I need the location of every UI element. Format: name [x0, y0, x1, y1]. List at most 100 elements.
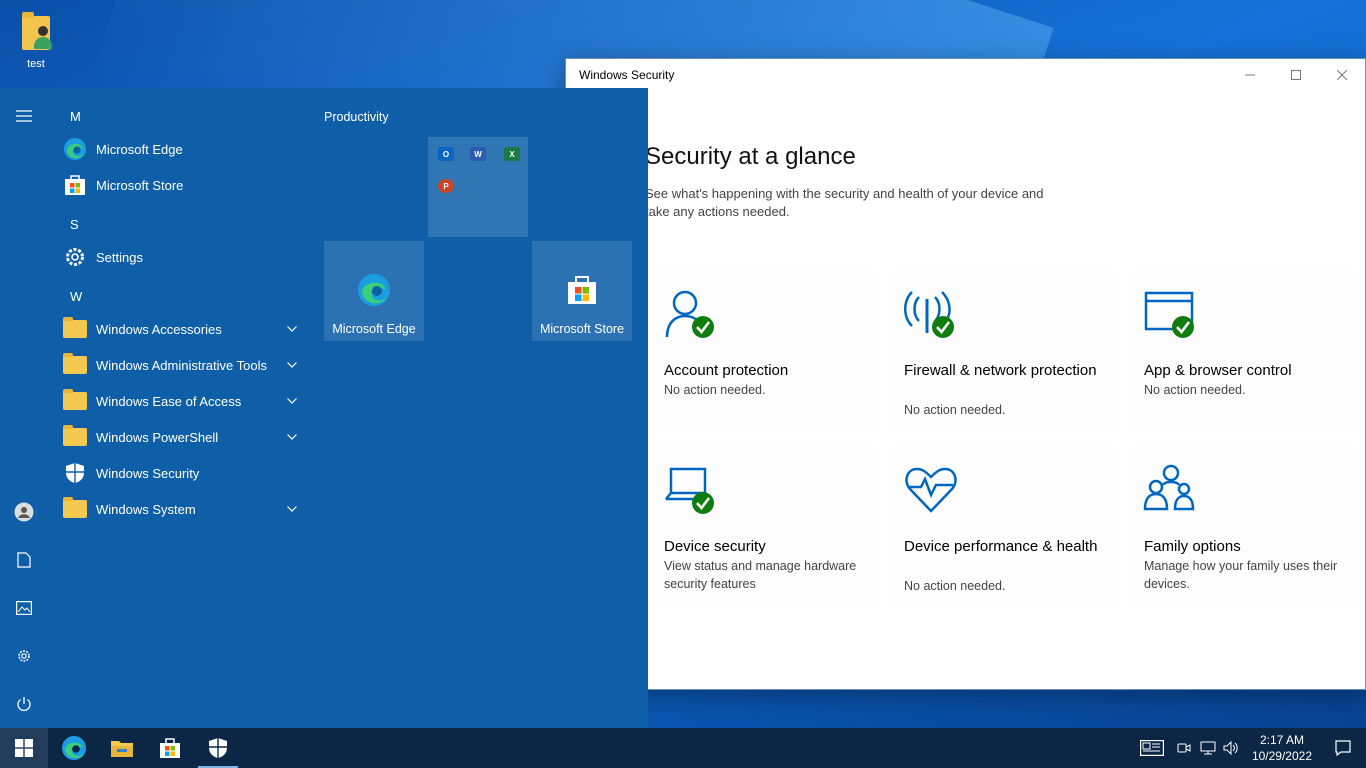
store-icon [568, 276, 596, 304]
expand-menu-button[interactable] [0, 96, 48, 136]
app-settings[interactable]: Settings [48, 239, 310, 275]
card-title: Device performance & health [904, 538, 1098, 555]
title-bar[interactable]: Windows Security [566, 59, 1365, 91]
pictures-button[interactable] [0, 588, 48, 628]
app-label: Windows PowerShell [96, 429, 219, 445]
action-center-button[interactable] [1320, 728, 1366, 768]
power-button[interactable] [0, 684, 48, 724]
shield-icon [62, 460, 88, 486]
taskbar-edge[interactable] [50, 728, 98, 768]
app-microsoft-edge[interactable]: Microsoft Edge [48, 131, 310, 167]
minimize-icon [1245, 74, 1255, 76]
account-icon [665, 290, 714, 338]
taskbar-store[interactable] [146, 728, 194, 768]
minimize-button[interactable] [1227, 59, 1273, 91]
edge-icon [358, 274, 390, 306]
chevron-down-icon[interactable] [280, 506, 304, 512]
app-folder-windows-system[interactable]: Windows System [48, 491, 310, 527]
section-header-w[interactable]: W [70, 289, 82, 304]
app-label: Settings [96, 249, 143, 265]
hamburger-icon [16, 110, 32, 122]
card-title: Family options [1144, 538, 1241, 555]
taskbar: 2:17 AM 10/29/2022 [0, 728, 1366, 768]
app-label: Windows Security [96, 465, 200, 481]
news-icon [1139, 740, 1164, 756]
browser-window-icon [1144, 291, 1194, 338]
volume-button[interactable] [1220, 728, 1244, 768]
app-label: Windows Ease of Access [96, 393, 242, 409]
settings-icon [18, 650, 30, 662]
heart-pulse-icon [905, 467, 957, 513]
volume-icon [1223, 741, 1238, 755]
settings-button[interactable] [0, 636, 48, 676]
pictures-icon [16, 601, 32, 615]
powerpoint-icon: P [438, 179, 454, 193]
start-button[interactable] [0, 728, 48, 768]
store-icon [62, 172, 88, 198]
desktop-icon-test[interactable]: test [10, 8, 62, 70]
card-device-security[interactable]: Device security View status and manage h… [649, 445, 879, 609]
maximize-icon [1291, 70, 1301, 80]
card-title: Firewall & network protection [904, 362, 1097, 379]
gear-icon [62, 244, 88, 270]
news-widget-button[interactable] [1132, 728, 1172, 768]
network-button[interactable] [1196, 728, 1220, 768]
card-status: No action needed. [1144, 383, 1246, 397]
documents-icon [17, 552, 31, 568]
card-firewall-network[interactable]: Firewall & network protection No action … [889, 269, 1119, 433]
chevron-down-icon[interactable] [280, 398, 304, 404]
tile-group-title[interactable]: Productivity [324, 110, 389, 124]
card-status: No action needed. [904, 403, 1006, 417]
shield-icon [209, 738, 227, 758]
app-folder-windows-ease-of-access[interactable]: Windows Ease of Access [48, 383, 310, 419]
file-explorer-icon [111, 741, 133, 757]
taskbar-windows-security[interactable] [194, 728, 242, 768]
start-rail [0, 88, 48, 728]
card-description: View status and manage hardware security… [664, 559, 857, 591]
outlook-icon: O [438, 147, 454, 161]
app-label: Windows Accessories [96, 321, 222, 337]
store-icon [160, 738, 180, 758]
app-folder-windows-powershell[interactable]: Windows PowerShell [48, 419, 310, 455]
clock-time: 2:17 AM [1259, 733, 1304, 747]
card-family-options[interactable]: Family options Manage how your family us… [1129, 445, 1359, 609]
card-title: App & browser control [1144, 362, 1292, 379]
documents-button[interactable] [0, 540, 48, 580]
card-status: No action needed. [664, 383, 766, 397]
app-folder-windows-administrative-tools[interactable]: Windows Administrative Tools [48, 347, 310, 383]
section-header-s[interactable]: S [70, 217, 79, 232]
chevron-down-icon[interactable] [280, 326, 304, 332]
app-folder-windows-accessories[interactable]: Windows Accessories [48, 311, 310, 347]
maximize-button[interactable] [1273, 59, 1319, 91]
section-header-m[interactable]: M [70, 109, 81, 124]
app-microsoft-store[interactable]: Microsoft Store [48, 167, 310, 203]
card-account-protection[interactable]: Account protection No action needed. [649, 269, 879, 433]
clock[interactable]: 2:17 AM 10/29/2022 [1244, 732, 1320, 764]
card-status: No action needed. [904, 579, 1006, 593]
windows-security-window[interactable]: Windows Security Security at a glance Se… [565, 58, 1366, 690]
page-title: Security at a glance [645, 143, 856, 170]
app-windows-security[interactable]: Windows Security [48, 455, 310, 491]
laptop-icon [665, 467, 714, 514]
chevron-down-icon[interactable] [280, 434, 304, 440]
page-subtitle: See what's happening with the security a… [645, 186, 1044, 219]
folder-icon [62, 424, 88, 450]
family-icon [1143, 464, 1195, 511]
start-menu: M Microsoft Edge Microsoft Store S Setti… [0, 88, 648, 728]
app-label: Windows Administrative Tools [96, 357, 267, 373]
close-icon [1337, 70, 1347, 80]
close-button[interactable] [1319, 59, 1365, 91]
card-device-performance[interactable]: Device performance & health No action ne… [889, 445, 1119, 609]
chevron-down-icon[interactable] [280, 362, 304, 368]
taskbar-file-explorer[interactable] [98, 728, 146, 768]
tile-label: Microsoft Edge [332, 322, 416, 336]
card-app-browser-control[interactable]: App & browser control No action needed. [1129, 269, 1359, 433]
meet-now-button[interactable] [1172, 728, 1196, 768]
folder-icon [62, 352, 88, 378]
tile-label: Microsoft Store [539, 322, 625, 336]
user-account-button[interactable] [0, 492, 48, 532]
clock-date: 10/29/2022 [1251, 749, 1312, 763]
tile-folder-office[interactable]: O W X P [428, 137, 528, 237]
tile-microsoft-store[interactable]: Microsoft Store [532, 241, 632, 341]
tile-microsoft-edge[interactable]: Microsoft Edge [324, 241, 424, 341]
